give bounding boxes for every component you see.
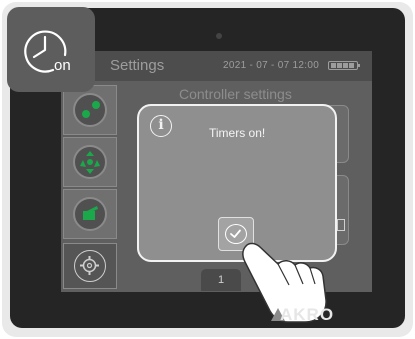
badge-label: on: [54, 57, 71, 74]
clock-icon: [24, 30, 67, 73]
brand-logo: AKRO: [280, 305, 335, 324]
timer-on-badge: on: [7, 7, 95, 92]
